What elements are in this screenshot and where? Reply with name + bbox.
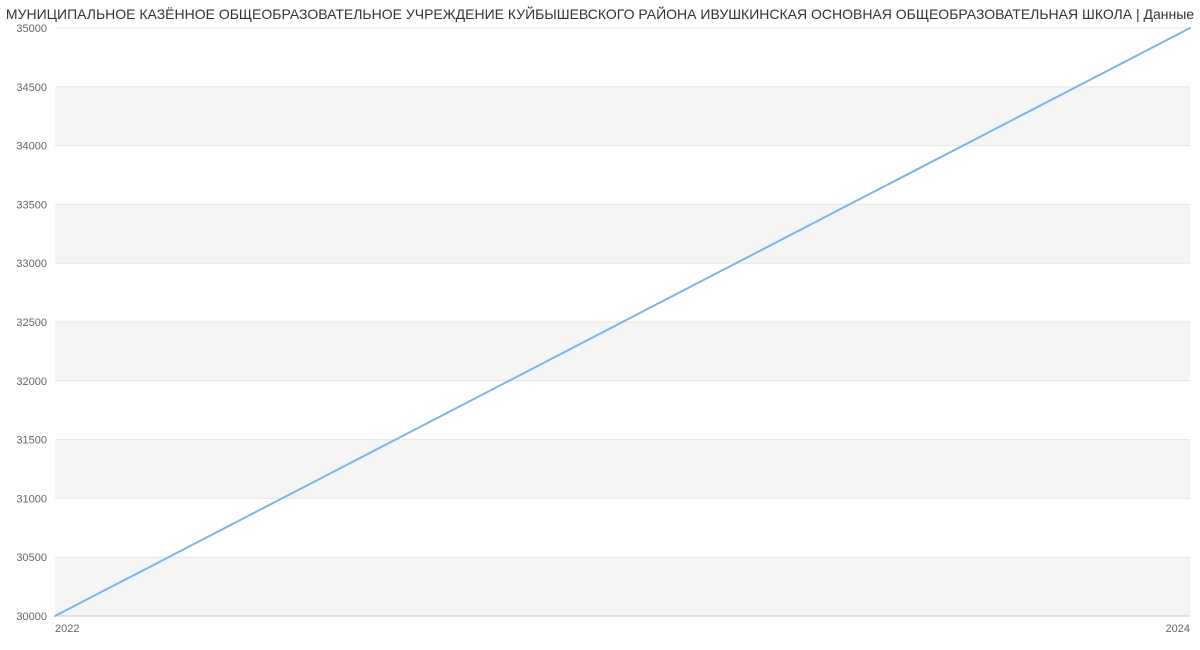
plot-band: [55, 146, 1190, 205]
x-tick-label: 2022: [55, 623, 79, 635]
plot-band: [55, 557, 1190, 616]
y-tick-label: 33000: [16, 258, 47, 270]
y-tick-label: 35000: [16, 23, 47, 35]
y-tick-label: 34500: [16, 82, 47, 94]
plot-band: [55, 204, 1190, 263]
plot-band: [55, 381, 1190, 440]
line-chart: 30000 30500 31000 31500 32000 32500 33000 33500…: [0, 0, 1200, 650]
plot-band: [55, 440, 1190, 499]
y-tick-label: 33500: [16, 199, 47, 211]
y-tick-label: 30000: [16, 611, 47, 623]
y-tick-label: 31500: [16, 435, 47, 447]
x-tick-label: 2024: [1166, 623, 1190, 635]
y-tick-label: 30500: [16, 552, 47, 564]
plot-band: [55, 322, 1190, 381]
y-tick-label: 32000: [16, 376, 47, 388]
y-tick-label: 32500: [16, 317, 47, 329]
y-tick-label: 31000: [16, 493, 47, 505]
plot-band: [55, 263, 1190, 322]
y-tick-label: 34000: [16, 141, 47, 153]
plot-band: [55, 28, 1190, 87]
